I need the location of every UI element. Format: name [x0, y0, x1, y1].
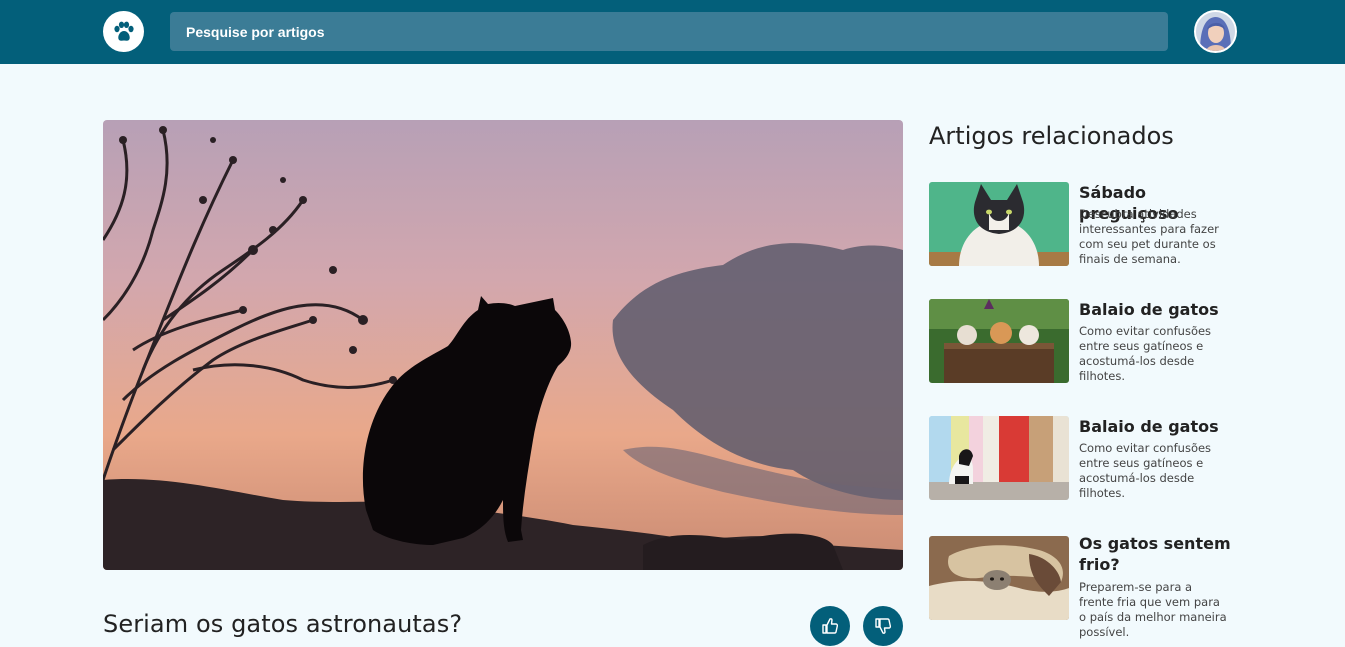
related-articles-title: Artigos relacionados	[929, 122, 1174, 150]
avatar-image	[1196, 12, 1235, 51]
related-article-title: Os gatos sentem frio?	[1079, 534, 1231, 574]
article-thumbnail	[929, 536, 1069, 620]
top-navbar	[0, 0, 1345, 64]
thumbs-down-icon	[875, 618, 892, 634]
related-article-description: Como evitar confusões entre seus gatíneo…	[1079, 324, 1212, 383]
article-title: Seriam os gatos astronautas?	[103, 610, 463, 638]
search-bar	[170, 12, 1168, 51]
dislike-button[interactable]	[863, 606, 903, 646]
thumbs-up-icon	[822, 618, 839, 634]
article-thumbnail	[929, 416, 1069, 500]
article-hero-image	[103, 120, 903, 570]
like-button[interactable]	[810, 606, 850, 646]
related-article-description: Preparem-se para a frente fria que vem p…	[1079, 580, 1227, 639]
related-article-description: Descubra atividades interessantes para f…	[1079, 207, 1219, 266]
logo-button[interactable]	[103, 11, 144, 52]
article-thumbnail	[929, 299, 1069, 383]
search-input[interactable]	[170, 12, 1168, 51]
cat-sunset-image	[103, 120, 903, 570]
article-thumbnail	[929, 182, 1069, 266]
related-article-title: Balaio de gatos	[1079, 300, 1219, 319]
related-article-title: Balaio de gatos	[1079, 417, 1219, 436]
paw-icon	[113, 21, 134, 41]
user-avatar[interactable]	[1194, 10, 1237, 53]
related-article-description: Como evitar confusões entre seus gatíneo…	[1079, 441, 1212, 500]
